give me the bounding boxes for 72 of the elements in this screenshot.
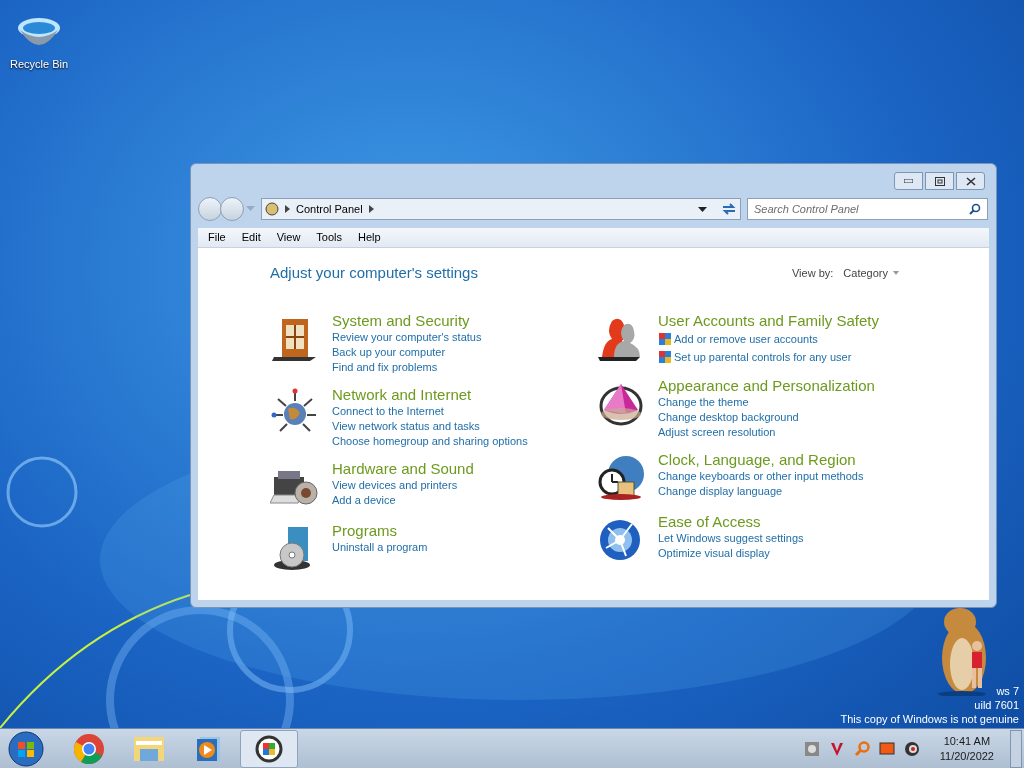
refresh-icon[interactable] [721, 202, 737, 216]
category-link[interactable]: User Accounts and Family Safety [658, 310, 879, 330]
menu-item[interactable]: Edit [233, 229, 269, 246]
v-icon[interactable] [828, 740, 845, 757]
task-link[interactable]: Set up parental controls for any user [674, 347, 852, 366]
magnifier-icon[interactable] [853, 740, 870, 757]
breadcrumb[interactable]: Control Panel [296, 200, 363, 218]
task-link[interactable]: Change desktop background [658, 409, 799, 425]
close-button[interactable] [956, 172, 985, 190]
forward-button[interactable] [220, 197, 244, 221]
window-icon[interactable] [878, 740, 895, 757]
caret-icon [893, 271, 899, 276]
category-link[interactable]: Ease of Access [658, 511, 761, 531]
watermark-text: uild 7601 [974, 698, 1019, 712]
category-link[interactable]: Clock, Language, and Region [658, 449, 856, 469]
view-by-label: View by: [792, 266, 834, 281]
task-link[interactable]: Connect to the Internet [332, 403, 444, 419]
task-link[interactable]: Choose homegroup and sharing options [332, 433, 528, 449]
view-by-dropdown[interactable]: Category [843, 265, 899, 282]
shield-icon [658, 331, 672, 346]
category-link[interactable]: System and Security [332, 310, 470, 330]
desktop-icon-label[interactable]: Recycle Bin [9, 56, 69, 73]
task-link[interactable]: Optimize visual display [658, 545, 770, 561]
chevron-right-icon [368, 205, 374, 213]
photo-icon[interactable] [803, 740, 820, 757]
watermark-text: This copy of Windows is not genuine [840, 712, 1019, 726]
watermark-text: ws 7 [996, 684, 1019, 698]
menu-item[interactable]: View [268, 229, 309, 246]
start-button[interactable] [6, 730, 46, 767]
task-link[interactable]: Adjust screen resolution [658, 424, 776, 440]
search-field[interactable]: Search Control Panel [747, 198, 988, 220]
task-link[interactable]: Let Windows suggest settings [658, 530, 804, 546]
task-link[interactable]: View devices and printers [332, 477, 458, 493]
task-link[interactable]: Change display language [658, 483, 783, 499]
task-link[interactable]: Back up your computer [332, 344, 446, 360]
taskbar-button[interactable] [240, 729, 298, 768]
chrome-icon [73, 732, 105, 765]
menu-item[interactable]: Help [350, 229, 389, 246]
category-link[interactable]: Hardware and Sound [332, 458, 474, 478]
clock-date: 11/20/2022 [939, 748, 994, 764]
search-input[interactable]: Search Control Panel [754, 200, 969, 218]
show-desktop-button[interactable] [1010, 729, 1022, 768]
control-panel-icon [265, 202, 279, 216]
windows-logo-icon [8, 730, 44, 767]
task-link[interactable]: Uninstall a program [332, 539, 428, 555]
search-icon[interactable] [969, 203, 981, 215]
task-link[interactable]: View network status and tasks [332, 418, 480, 434]
shield-icon [658, 349, 672, 364]
menu-item[interactable]: File [200, 229, 234, 246]
task-link[interactable]: Find and fix problems [332, 359, 438, 375]
maximize-button[interactable] [925, 172, 954, 190]
clock[interactable]: 10:41 AM 11/20/2022 [939, 733, 994, 764]
address-bar[interactable]: Control Panel [261, 198, 741, 220]
category-link[interactable]: Appearance and Personalization [658, 375, 875, 395]
chevron-right-icon [285, 205, 290, 213]
clock-time: 10:41 AM [943, 733, 991, 749]
maximize-icon [934, 176, 945, 186]
dropdown-caret-icon[interactable] [698, 206, 707, 212]
speaker-icon[interactable] [903, 740, 920, 757]
category-link[interactable]: Programs [332, 520, 398, 540]
task-link[interactable]: Add a device [332, 492, 396, 508]
task-link[interactable]: Change keyboards or other input methods [658, 468, 864, 484]
task-link[interactable]: Add or remove user accounts [674, 329, 818, 348]
control-panel-icon [255, 734, 283, 763]
minimize-icon [904, 179, 913, 183]
task-link[interactable]: Review your computer's status [332, 329, 482, 345]
task-link[interactable]: Change the theme [658, 394, 749, 410]
back-button[interactable] [198, 197, 222, 221]
close-icon [965, 176, 976, 186]
category-link[interactable]: Network and Internet [332, 384, 472, 404]
menu-item[interactable]: Tools [308, 229, 351, 246]
page-heading: Adjust your computer's settings [270, 263, 478, 283]
